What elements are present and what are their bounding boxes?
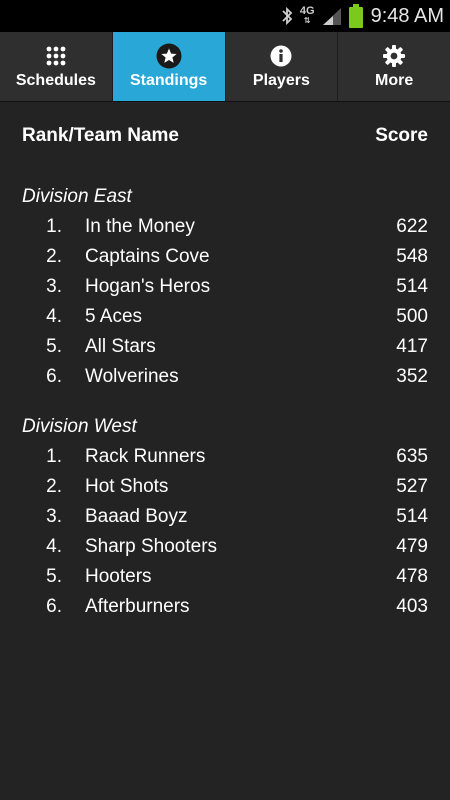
team-rank: 4. bbox=[46, 306, 62, 327]
table-row[interactable]: 5. Hooters 478 bbox=[22, 562, 428, 592]
grid-icon bbox=[46, 43, 66, 69]
team-rank: 3. bbox=[46, 276, 62, 297]
table-row[interactable]: 3. Baaad Boyz 514 bbox=[22, 502, 428, 532]
team-score: 514 bbox=[396, 506, 428, 527]
score-header: Score bbox=[375, 125, 428, 146]
table-header: Rank/Team Name Score bbox=[22, 102, 428, 170]
team-score: 500 bbox=[396, 306, 428, 327]
signal-icon bbox=[321, 6, 343, 26]
tab-players[interactable]: Players bbox=[226, 32, 339, 101]
star-icon bbox=[156, 43, 182, 69]
standings-content: Rank/Team Name Score Division East 1. In… bbox=[0, 102, 450, 622]
team-name: Captains Cove bbox=[85, 246, 210, 267]
team-rank: 3. bbox=[46, 506, 62, 527]
team-rank: 2. bbox=[46, 246, 62, 267]
division-west: Division West 1. Rack Runners 635 2. Hot… bbox=[22, 412, 428, 622]
team-rank: 6. bbox=[46, 596, 62, 617]
team-rank: 4. bbox=[46, 536, 62, 557]
team-score: 417 bbox=[396, 336, 428, 357]
team-name: Hooters bbox=[85, 566, 152, 587]
team-name: Sharp Shooters bbox=[85, 536, 218, 557]
team-name: Hogan's Heros bbox=[85, 276, 211, 297]
team-score: 403 bbox=[396, 596, 428, 617]
team-score: 527 bbox=[396, 476, 428, 497]
table-row[interactable]: 1. Rack Runners 635 bbox=[22, 442, 428, 472]
tab-label: More bbox=[375, 72, 414, 89]
team-rank: 5. bbox=[46, 566, 62, 587]
team-score: 478 bbox=[396, 566, 428, 587]
tab-schedules[interactable]: Schedules bbox=[0, 32, 113, 101]
battery-icon bbox=[348, 4, 363, 28]
table-row[interactable]: 3. Hogan's Heros 514 bbox=[22, 272, 428, 302]
tab-label: Standings bbox=[129, 72, 208, 89]
tab-bar: Schedules Standings Players More bbox=[0, 32, 450, 102]
tab-more[interactable]: More bbox=[338, 32, 450, 101]
division-east: Division East 1. In the Money 622 2. Cap… bbox=[22, 182, 428, 392]
tab-label: Players bbox=[252, 72, 310, 89]
table-row[interactable]: 2. Captains Cove 548 bbox=[22, 242, 428, 272]
team-name: 5 Aces bbox=[85, 306, 143, 327]
team-score: 548 bbox=[396, 246, 428, 267]
division-title: Division West bbox=[22, 416, 137, 437]
division-title: Division East bbox=[22, 186, 132, 207]
table-row[interactable]: 4. 5 Aces 500 bbox=[22, 302, 428, 332]
team-rank: 2. bbox=[46, 476, 62, 497]
bluetooth-icon bbox=[280, 6, 294, 26]
team-rank: 1. bbox=[46, 216, 62, 237]
tab-label: Schedules bbox=[15, 72, 96, 89]
tab-standings[interactable]: Standings bbox=[112, 32, 226, 101]
table-row[interactable]: 1. In the Money 622 bbox=[22, 212, 428, 242]
team-name: Baaad Boyz bbox=[85, 506, 188, 527]
table-row[interactable]: 4. Sharp Shooters 479 bbox=[22, 532, 428, 562]
team-score: 622 bbox=[396, 216, 428, 237]
table-row[interactable]: 2. Hot Shots 527 bbox=[22, 472, 428, 502]
team-rank: 5. bbox=[46, 336, 62, 357]
team-name: Wolverines bbox=[85, 366, 179, 387]
gear-icon bbox=[383, 43, 406, 69]
team-name: Afterburners bbox=[85, 596, 190, 617]
team-name: Rack Runners bbox=[85, 446, 206, 467]
team-name: Hot Shots bbox=[85, 476, 169, 497]
status-bar: 4G ⇅ 9:48 AM bbox=[0, 0, 450, 32]
team-name: All Stars bbox=[85, 336, 156, 357]
table-row[interactable]: 6. Afterburners 403 bbox=[22, 592, 428, 622]
network-type-label: 4G bbox=[299, 5, 315, 17]
network-type-icon: 4G ⇅ bbox=[299, 5, 315, 26]
team-score: 635 bbox=[396, 446, 428, 467]
team-score: 352 bbox=[396, 366, 428, 387]
team-rank: 6. bbox=[46, 366, 62, 387]
team-name: In the Money bbox=[85, 216, 195, 237]
rank-team-header: Rank/Team Name bbox=[22, 125, 179, 146]
team-score: 479 bbox=[396, 536, 428, 557]
team-score: 514 bbox=[396, 276, 428, 297]
clock: 9:48 AM bbox=[370, 4, 444, 27]
info-icon bbox=[270, 43, 292, 69]
table-row[interactable]: 5. All Stars 417 bbox=[22, 332, 428, 362]
team-rank: 1. bbox=[46, 446, 62, 467]
table-row[interactable]: 6. Wolverines 352 bbox=[22, 362, 428, 392]
